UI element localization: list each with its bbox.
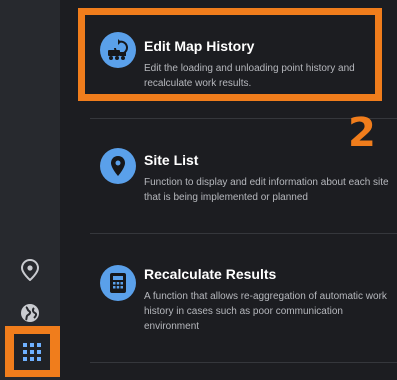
menu-item-description: Function to display and edit information… [144,177,389,203]
globe-icon[interactable] [18,301,42,325]
apps-button[interactable] [14,334,50,370]
location-icon[interactable] [18,258,42,282]
menu-item-title: Recalculate Results [144,266,277,282]
step-2-label: 2 [348,110,376,156]
apps-grid-icon [23,343,41,361]
map-pin-icon [100,148,136,184]
divider [90,362,397,363]
menu-item-description: A function that allows re-aggregation of… [144,291,387,332]
edit-map-history-highlight [78,8,382,101]
calculator-icon [100,265,136,301]
menu-item-title: Site List [144,152,199,168]
divider [90,233,397,234]
sidebar [0,0,60,380]
menu-item-recalculate-results[interactable]: Recalculate Results A function that allo… [90,262,390,352]
menu-item-site-list[interactable]: Site List Function to display and edit i… [90,145,390,215]
apps-highlight [5,326,60,377]
